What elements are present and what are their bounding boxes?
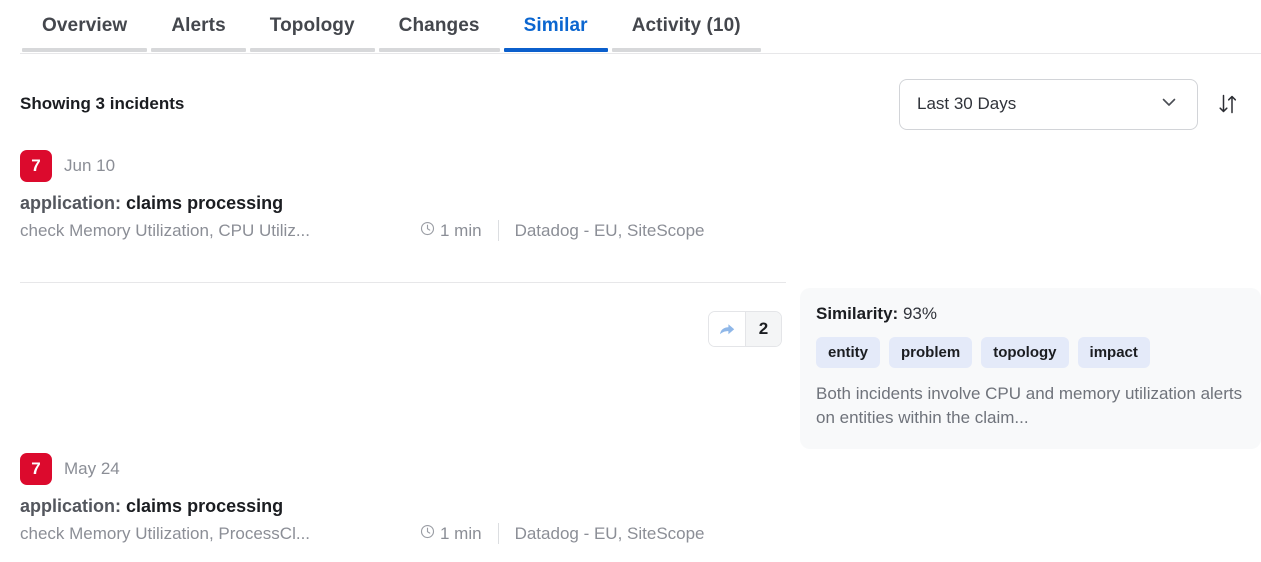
tab-bar: Overview Alerts Topology Changes Similar…: [0, 0, 1261, 54]
incident-summary[interactable]: 7 Jun 10 application: claims processing …: [0, 128, 786, 263]
tab-alerts[interactable]: Alerts: [149, 0, 247, 52]
tab-label: Similar: [523, 15, 588, 36]
list-toolbar: Showing 3 incidents Last 30 Days: [0, 54, 1261, 130]
tab-label: Activity (10): [631, 15, 741, 36]
incident-list: 7 Jun 10 application: claims processing …: [0, 128, 1261, 562]
incident-sources: Datadog - EU, SiteScope: [514, 220, 705, 240]
incident-duration: 1 min: [420, 524, 482, 544]
time-range-value: Last 30 Days: [917, 94, 1017, 113]
similarity-panel: Similarity: 93% entity problem topology …: [800, 288, 1261, 449]
tag-impact[interactable]: impact: [1077, 337, 1150, 368]
severity-badge: 7: [20, 453, 52, 485]
results-count-label: Showing 3 incidents: [20, 94, 185, 113]
incident-date: Jun 10: [64, 156, 116, 175]
sort-button[interactable]: [1215, 89, 1241, 119]
chevron-down-icon: [1159, 92, 1179, 117]
incident-date: May 24: [64, 459, 120, 478]
tab-underline: [249, 48, 375, 52]
share-count[interactable]: 2: [745, 312, 781, 346]
incident-title: application: claims processing: [20, 496, 766, 517]
similarity-reason: Both incidents involve CPU and memory ut…: [816, 384, 1243, 428]
incident-description: check Memory Utilization, ProcessCl...: [20, 523, 311, 543]
incident-duration-text: 1 min: [440, 523, 482, 543]
incident-title-value: claims processing: [126, 193, 284, 213]
tab-underline-active: [503, 48, 608, 52]
tab-label: Alerts: [171, 15, 226, 36]
clock-icon: [420, 524, 435, 544]
toolbar-controls: Last 30 Days: [899, 78, 1241, 130]
tag-problem[interactable]: problem: [889, 337, 973, 368]
tab-underline: [611, 48, 761, 52]
tab-underline: [378, 48, 500, 52]
tab-topology[interactable]: Topology: [248, 0, 377, 52]
incident-summary[interactable]: 7 May 24 application: claims processing …: [0, 431, 786, 562]
incident-title: application: claims processing: [20, 193, 766, 214]
tab-activity[interactable]: Activity (10): [610, 0, 763, 52]
meta-divider: [497, 220, 499, 241]
incident-sources: Datadog - EU, SiteScope: [514, 523, 705, 543]
share-button[interactable]: [709, 312, 745, 346]
row-separator: [20, 282, 786, 283]
incident-duration-text: 1 min: [440, 220, 482, 240]
incident-description: check Memory Utilization, CPU Utiliz...: [20, 220, 311, 240]
similarity-header: Similarity: 93%: [816, 304, 1243, 324]
meta-divider: [497, 523, 499, 544]
incident-meta: check Memory Utilization, CPU Utiliz... …: [20, 220, 766, 241]
tab-similar[interactable]: Similar: [502, 0, 610, 52]
incident-title-prefix: application:: [20, 193, 122, 213]
similarity-tags: entity problem topology impact: [816, 337, 1243, 368]
tab-underline: [22, 48, 148, 52]
tab-label: Topology: [269, 15, 355, 36]
tab-changes[interactable]: Changes: [377, 0, 502, 52]
time-range-select[interactable]: Last 30 Days: [899, 78, 1198, 130]
tab-underline: [151, 48, 246, 52]
incident-title-prefix: application:: [20, 496, 122, 516]
tab-label: Overview: [42, 15, 128, 36]
incident-header: 7 May 24: [20, 453, 766, 485]
severity-badge: 7: [20, 150, 52, 182]
clock-icon: [420, 221, 435, 241]
incident-meta: check Memory Utilization, ProcessCl... 1…: [20, 523, 766, 544]
tag-entity[interactable]: entity: [816, 337, 881, 368]
tab-overview[interactable]: Overview: [20, 0, 149, 52]
similarity-label: Similarity:: [816, 304, 899, 323]
incident-duration: 1 min: [420, 221, 482, 241]
tab-bar-baseline: [20, 53, 1261, 54]
incident-row[interactable]: 7 Jun 10 application: claims processing …: [0, 128, 1261, 449]
incident-title-value: claims processing: [126, 496, 284, 516]
similarity-value: 93%: [902, 304, 937, 323]
tab-label: Changes: [398, 15, 480, 36]
incident-header: 7 Jun 10: [20, 150, 766, 182]
tag-topology[interactable]: topology: [981, 337, 1069, 368]
share-control[interactable]: 2: [708, 311, 782, 347]
